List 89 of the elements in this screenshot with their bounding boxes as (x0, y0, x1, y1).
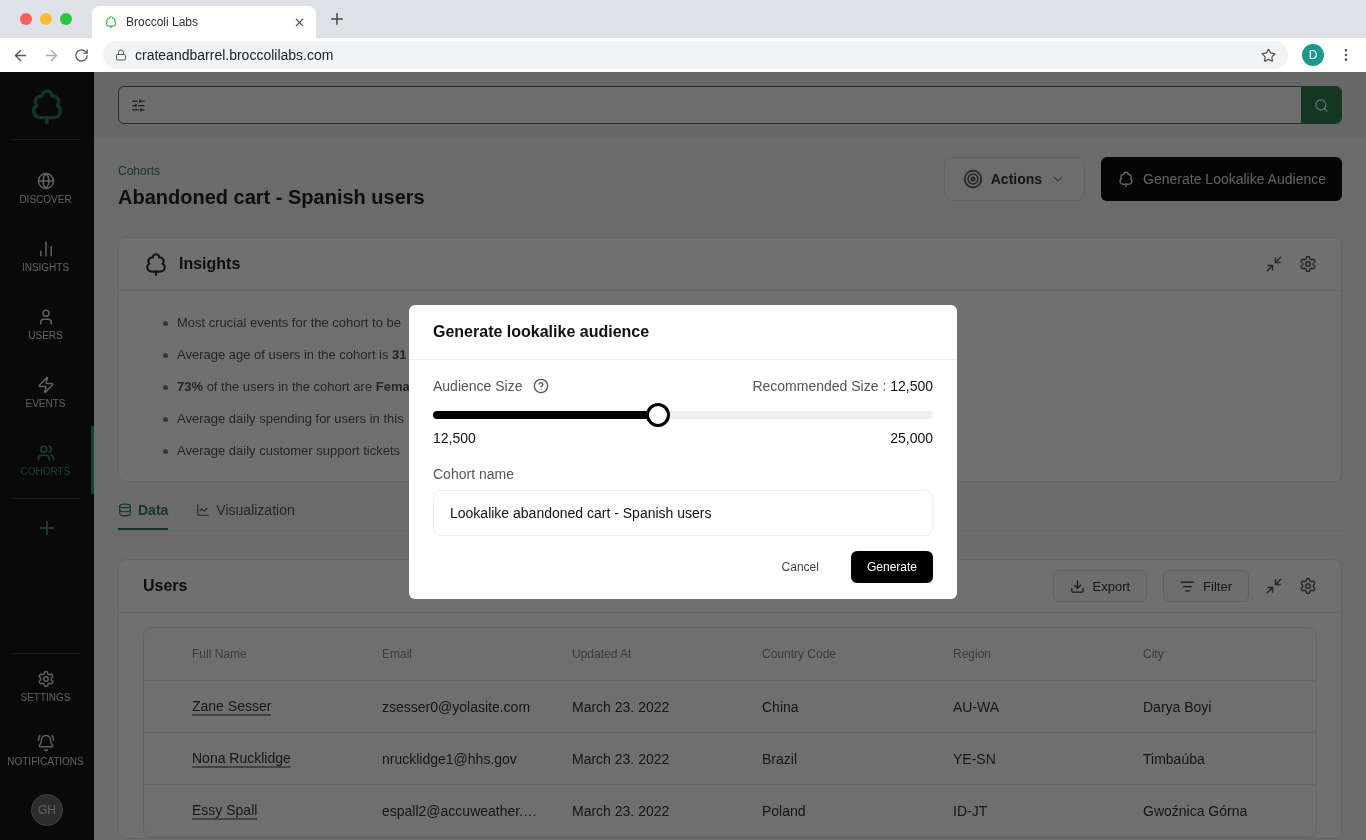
collapse-icon[interactable] (1265, 255, 1283, 273)
table-cell-text: Timbaúba (1143, 750, 1206, 767)
insight-text: Average daily spending for users in this (177, 410, 404, 428)
search-button[interactable] (1301, 87, 1341, 123)
nav-item[interactable]: EVENTS (0, 358, 94, 426)
nav-item[interactable]: DISCOVER (0, 154, 94, 222)
search-icon (1313, 97, 1329, 113)
download-icon (1069, 578, 1085, 594)
nav-item[interactable]: SETTINGS (0, 654, 94, 718)
card-title: Users (143, 577, 188, 595)
reload-icon[interactable] (74, 47, 89, 63)
bullet-icon (163, 448, 168, 454)
nav-item[interactable]: COHORTS (0, 426, 94, 494)
bullet-icon (163, 320, 168, 326)
table-cell-text: nrucklidge1@hhs.gov (382, 750, 518, 767)
address-bar[interactable]: crateandbarrel.broccolilabs.com (103, 41, 1288, 69)
card-title: Insights (179, 255, 241, 273)
lightning-icon (36, 375, 55, 394)
view-tab[interactable]: Data (118, 502, 169, 530)
view-tab[interactable]: Visualization (196, 502, 295, 530)
export-button[interactable]: Export (1052, 570, 1148, 602)
slider[interactable] (433, 402, 933, 428)
tab-title: Broccoli Labs (126, 15, 200, 29)
target-icon (962, 169, 983, 189)
database-icon (118, 503, 132, 517)
close-window-button[interactable] (20, 13, 32, 25)
table-cell-text: ID-JT (953, 802, 989, 819)
slider-min-label: 12,500 (433, 430, 476, 446)
table-cell-text: China (762, 698, 800, 715)
dialog-title: Generate lookalike audience (433, 323, 650, 341)
actions-button[interactable]: Actions (943, 157, 1086, 201)
line-chart-icon (196, 503, 211, 517)
table-cell-text: Poland (762, 802, 807, 819)
maximize-window-button[interactable] (60, 13, 72, 25)
insight-text: Most crucial events for the cohort to be (177, 314, 401, 332)
table-cell-text: YE-SN (953, 750, 997, 767)
user-name-link[interactable]: Nona Rucklidge (192, 749, 291, 768)
tree-icon (143, 251, 169, 277)
breadcrumb-link[interactable]: Cohorts (118, 164, 425, 178)
cohort-name-field[interactable]: Lookalike abandoned cart - Spanish users (433, 490, 933, 536)
bullet-icon (163, 416, 168, 422)
url-text: crateandbarrel.broccolilabs.com (135, 47, 335, 63)
users-icon (36, 443, 55, 462)
table-cell-text: Brazil (762, 750, 798, 767)
bullet-icon (163, 384, 168, 390)
table-cell-text: AU-WA (953, 698, 1001, 715)
lock-icon (115, 49, 127, 61)
table-cell-text: Gwoźnica Górna (1143, 802, 1249, 819)
field-label: Cohort name (433, 466, 515, 482)
recommended-size-text: Recommended Size : 12,500 (752, 378, 933, 394)
browser-tab[interactable]: Broccoli Labs (92, 6, 316, 38)
search-field[interactable] (118, 86, 1342, 124)
bell-icon (36, 733, 55, 752)
nav-item[interactable]: NOTIFICATIONS (0, 718, 94, 782)
collapse-icon[interactable] (1265, 577, 1283, 595)
tree-icon (1117, 170, 1136, 188)
cancel-button[interactable]: Cancel (775, 559, 825, 575)
insight-text: Average age of users in the cohort is 31 (177, 346, 407, 364)
globe-icon (36, 171, 55, 190)
tree-icon (104, 15, 118, 29)
insight-text: Average daily customer support tickets (177, 442, 401, 460)
table-cell-text: March 23. 2022 (572, 698, 671, 715)
filter-icon (1180, 578, 1196, 594)
table-cell-text: Darya Boyi (1143, 698, 1213, 715)
table-cell-text: March 23. 2022 (572, 802, 671, 819)
generate-audience-button[interactable]: Generate Lookalike Audience (1101, 157, 1342, 201)
nav-item[interactable]: USERS (0, 290, 94, 358)
page-title: Abandoned cart - Spanish users (118, 186, 425, 209)
user-name-link[interactable]: Zane Sesser (192, 697, 272, 716)
table-cell-text: espall2@accuweather.… (382, 802, 539, 819)
nav-item[interactable]: INSIGHTS (0, 222, 94, 290)
slider-thumb[interactable] (646, 403, 670, 427)
filter-button[interactable]: Filter (1163, 570, 1249, 602)
table-cell-text: zsesser0@yolasite.com (382, 698, 532, 715)
settings-icon[interactable] (1299, 255, 1317, 273)
help-icon[interactable] (532, 378, 549, 394)
user-name-link[interactable]: Essy Spall (192, 801, 258, 820)
field-label: Audience Size (433, 378, 523, 394)
bullet-icon (163, 352, 168, 358)
table-cell-text: March 23. 2022 (572, 750, 671, 767)
sliders-icon[interactable] (131, 97, 146, 113)
insight-text: 73% of the users in the cohort are Fema (177, 378, 410, 396)
star-icon[interactable] (1261, 47, 1276, 63)
settings-icon (36, 669, 55, 688)
new-tab-icon[interactable] (328, 10, 346, 28)
profile-avatar[interactable]: D (1302, 44, 1324, 66)
slider-max-label: 25,000 (890, 430, 933, 446)
settings-icon[interactable] (1299, 577, 1317, 595)
generate-button[interactable]: Generate (850, 551, 933, 583)
